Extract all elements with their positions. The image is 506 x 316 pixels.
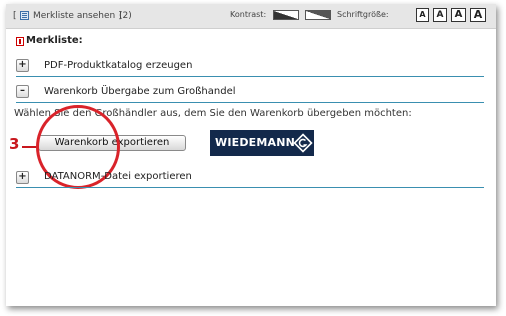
wiedemann-logo-icon	[293, 133, 313, 153]
font-size-medium-button[interactable]: A	[433, 8, 447, 22]
section-divider	[16, 187, 484, 188]
contrast-light-button[interactable]	[305, 10, 331, 20]
top-toolbar: [ Merkliste ansehen ] (2) Kontrast: Schr…	[6, 4, 496, 29]
font-size-xlarge-button[interactable]: A	[470, 8, 486, 22]
step-number-annotation: 3	[9, 135, 20, 153]
expand-datanorm-button[interactable]: +	[16, 171, 29, 184]
list-icon	[20, 11, 29, 20]
collapse-warenkorb-button[interactable]: –	[16, 85, 29, 98]
app-frame: [ Merkliste ansehen ] (2) Kontrast: Schr…	[6, 4, 496, 306]
font-size-large-button[interactable]: A	[451, 8, 466, 22]
info-icon	[16, 37, 24, 46]
merkliste-count: (2)	[119, 11, 132, 21]
export-cart-button[interactable]: Warenkorb exportieren	[38, 135, 186, 151]
merkliste-link[interactable]: Merkliste ansehen ]	[33, 11, 122, 21]
section-label-pdf[interactable]: PDF-Produktkatalog erzeugen	[44, 60, 192, 71]
bracket-open: [	[13, 11, 17, 21]
section-label-datanorm[interactable]: DATANORM-Datei exportieren	[44, 171, 192, 182]
merkliste-heading: Merkliste:	[26, 35, 83, 46]
section-label-warenkorb[interactable]: Warenkorb Übergabe zum Großhandel	[44, 86, 236, 97]
expand-pdf-button[interactable]: +	[16, 59, 29, 72]
font-size-label: Schriftgröße:	[337, 10, 389, 19]
wholesaler-instruction: Wählen Sie den Großhändler aus, dem Sie …	[14, 108, 412, 119]
wiedemann-logo-text: WIEDEMANN	[215, 136, 296, 149]
section-divider	[16, 76, 484, 77]
contrast-dark-button[interactable]	[273, 10, 299, 20]
wiedemann-logo[interactable]: WIEDEMANN	[210, 130, 314, 156]
contrast-label: Kontrast:	[230, 10, 267, 19]
step-pointer-line	[22, 146, 38, 148]
font-size-small-button[interactable]: A	[416, 8, 429, 22]
section-divider	[16, 102, 484, 103]
